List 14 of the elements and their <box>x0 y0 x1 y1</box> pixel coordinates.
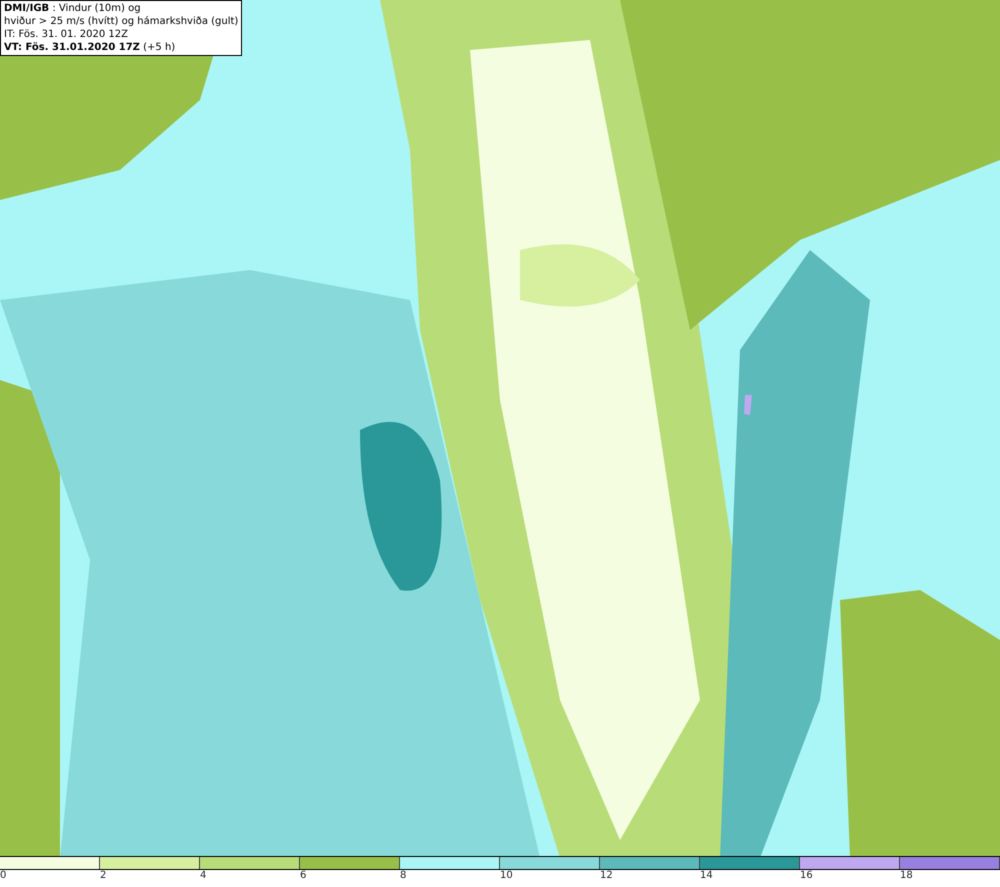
info-text: VT: Fös. 31.01.2020 17Z (+5 h) <box>4 41 176 54</box>
legend-label: 8 <box>400 870 406 882</box>
legend-label: 6 <box>300 870 306 882</box>
info-text: IT: Fös. 31. 01. 2020 12Z <box>4 28 129 41</box>
legend-label: 14 <box>700 870 713 882</box>
legend-label: 4 <box>200 870 206 882</box>
legend-label: 10 <box>500 870 513 882</box>
legend-label: 16 <box>800 870 813 882</box>
legend-label: 0 <box>0 870 6 882</box>
legend-label: 2 <box>100 870 106 882</box>
legend-label: 12 <box>600 870 613 882</box>
legend-label: 18 <box>900 870 913 882</box>
info-text: DMI/IGB : Vindur (10m) og <box>4 2 142 15</box>
info-text: hviður > 25 m/s (hvítt) og hámarkshviða (gult) <box>4 15 238 28</box>
